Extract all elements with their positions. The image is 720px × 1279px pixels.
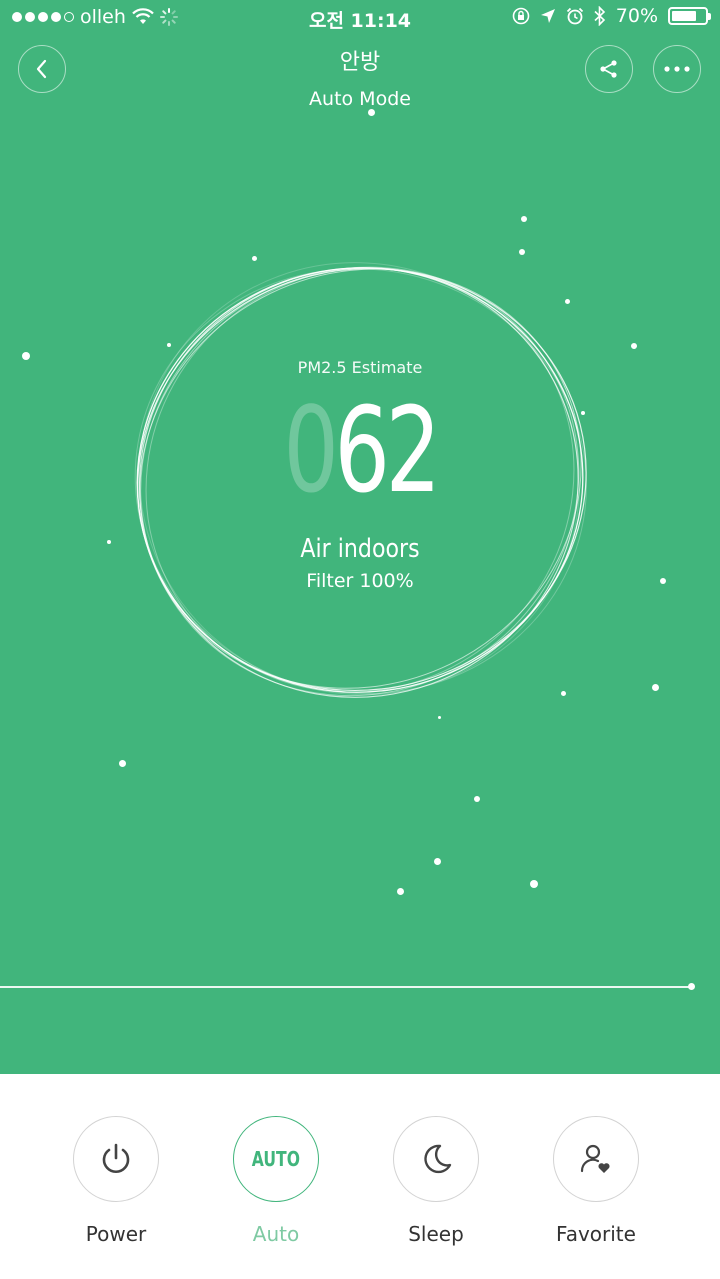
control-panel: Power AUTO Auto Sleep Favorite (0, 1074, 720, 1279)
more-button[interactable] (653, 45, 701, 93)
auto-icon: AUTO (251, 1147, 301, 1171)
share-icon (600, 60, 617, 78)
particle-dot (368, 109, 375, 116)
particle-dot (167, 343, 171, 347)
air-purifier-screen: olleh 오전 11:14 70% 안방 Auto Mode PM2.5 Es… (0, 0, 720, 1279)
history-baseline (0, 986, 692, 988)
pm25-leading-digit: 0 (283, 381, 339, 519)
auto-mode-button-ring[interactable]: AUTO (233, 1116, 319, 1202)
status-bar: olleh 오전 11:14 70% (0, 0, 720, 36)
particle-dot (521, 216, 527, 222)
particle-dot (565, 299, 570, 304)
power-button-ring[interactable] (73, 1116, 159, 1202)
particle-dot (434, 858, 441, 865)
particle-dot (581, 411, 585, 415)
more-icon (664, 66, 690, 72)
particle-dot (397, 888, 404, 895)
air-location-label: Air indoors (300, 534, 420, 564)
particle-dot (652, 684, 659, 691)
particle-dot (530, 880, 538, 888)
particle-dot (561, 691, 566, 696)
auto-label: Auto (252, 1222, 300, 1246)
favorite-label: Favorite (556, 1222, 636, 1246)
particle-dot (252, 256, 257, 261)
share-button[interactable] (585, 45, 633, 93)
battery-icon (668, 7, 711, 25)
auto-mode-button[interactable]: AUTO Auto (216, 1116, 336, 1246)
pm25-label: PM2.5 Estimate (297, 358, 423, 377)
rotation-lock-icon (512, 7, 530, 25)
alarm-icon (566, 7, 583, 25)
sleep-mode-button-ring[interactable] (393, 1116, 479, 1202)
sleep-label: Sleep (408, 1222, 464, 1246)
power-icon (102, 1143, 130, 1173)
filter-status: Filter 100% (306, 570, 414, 592)
particle-dot (22, 352, 30, 360)
pm25-value: 062 (94, 383, 627, 518)
location-icon (540, 9, 555, 23)
favorite-user-icon (580, 1144, 610, 1173)
particle-dot (107, 540, 111, 544)
particle-dot (119, 760, 126, 767)
particle-dot (438, 716, 441, 719)
power-label: Power (85, 1222, 147, 1246)
power-button[interactable]: Power (56, 1116, 176, 1246)
bluetooth-icon (594, 6, 605, 26)
particle-dot (631, 343, 637, 349)
pm25-number: 62 (334, 381, 441, 519)
battery-percent: 70% (615, 5, 658, 27)
moon-icon (424, 1144, 452, 1174)
favorite-mode-button[interactable]: Favorite (536, 1116, 656, 1246)
particle-dot (519, 249, 525, 255)
favorite-mode-button-ring[interactable] (553, 1116, 639, 1202)
sleep-mode-button[interactable]: Sleep (376, 1116, 496, 1246)
particle-dot (660, 578, 666, 584)
particle-dot (474, 796, 480, 802)
baseline-marker (688, 983, 695, 990)
